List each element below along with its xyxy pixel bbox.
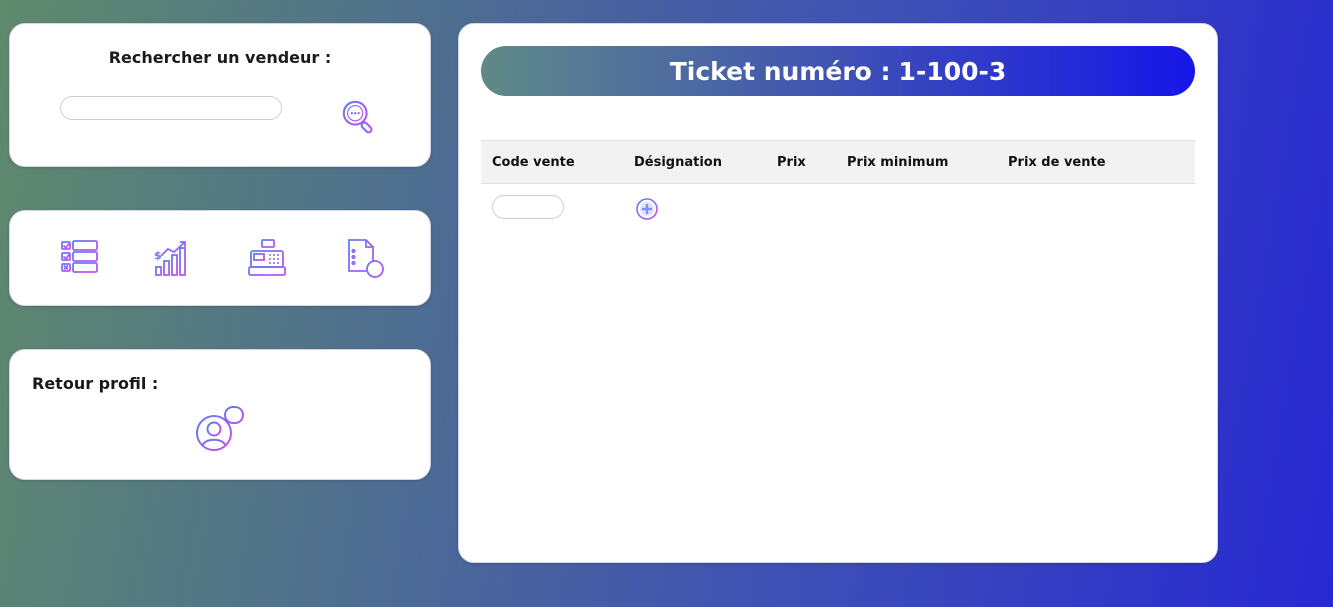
- sales-chart-icon[interactable]: $: [152, 237, 194, 279]
- cash-register-icon[interactable]: [246, 237, 288, 279]
- column-header-prix-de-vente: Prix de vente: [1008, 155, 1106, 170]
- ticket-number: 1-100-3: [898, 56, 1007, 86]
- search-seller-title: Rechercher un vendeur :: [108, 48, 332, 67]
- profile-return-card: Retour profil :: [9, 349, 431, 480]
- search-seller-card: Rechercher un vendeur :: [9, 23, 431, 167]
- svg-text:$: $: [154, 249, 162, 262]
- ticket-table-header: Code vente Désignation Prix Prix minimum…: [481, 140, 1195, 184]
- column-header-prix-minimum: Prix minimum: [847, 155, 949, 170]
- search-icon[interactable]: [340, 98, 378, 136]
- shortcut-tools-card: $: [9, 210, 431, 306]
- ticket-header: Ticket numéro : 1-100-3: [481, 46, 1195, 96]
- code-vente-input[interactable]: [492, 195, 564, 219]
- column-header-code-vente: Code vente: [492, 155, 575, 170]
- search-seller-input[interactable]: [60, 96, 282, 120]
- profile-return-title: Retour profil :: [32, 374, 159, 393]
- column-header-designation: Désignation: [634, 155, 722, 170]
- ticket-card: Ticket numéro : 1-100-3 Code vente Désig…: [458, 23, 1218, 563]
- user-profile-icon[interactable]: [194, 405, 246, 453]
- column-header-prix: Prix: [777, 155, 806, 170]
- add-document-icon[interactable]: [344, 237, 386, 279]
- ticket-header-label: Ticket numéro :: [669, 56, 891, 86]
- checklist-icon[interactable]: [59, 237, 101, 279]
- add-circle-icon[interactable]: [635, 197, 659, 221]
